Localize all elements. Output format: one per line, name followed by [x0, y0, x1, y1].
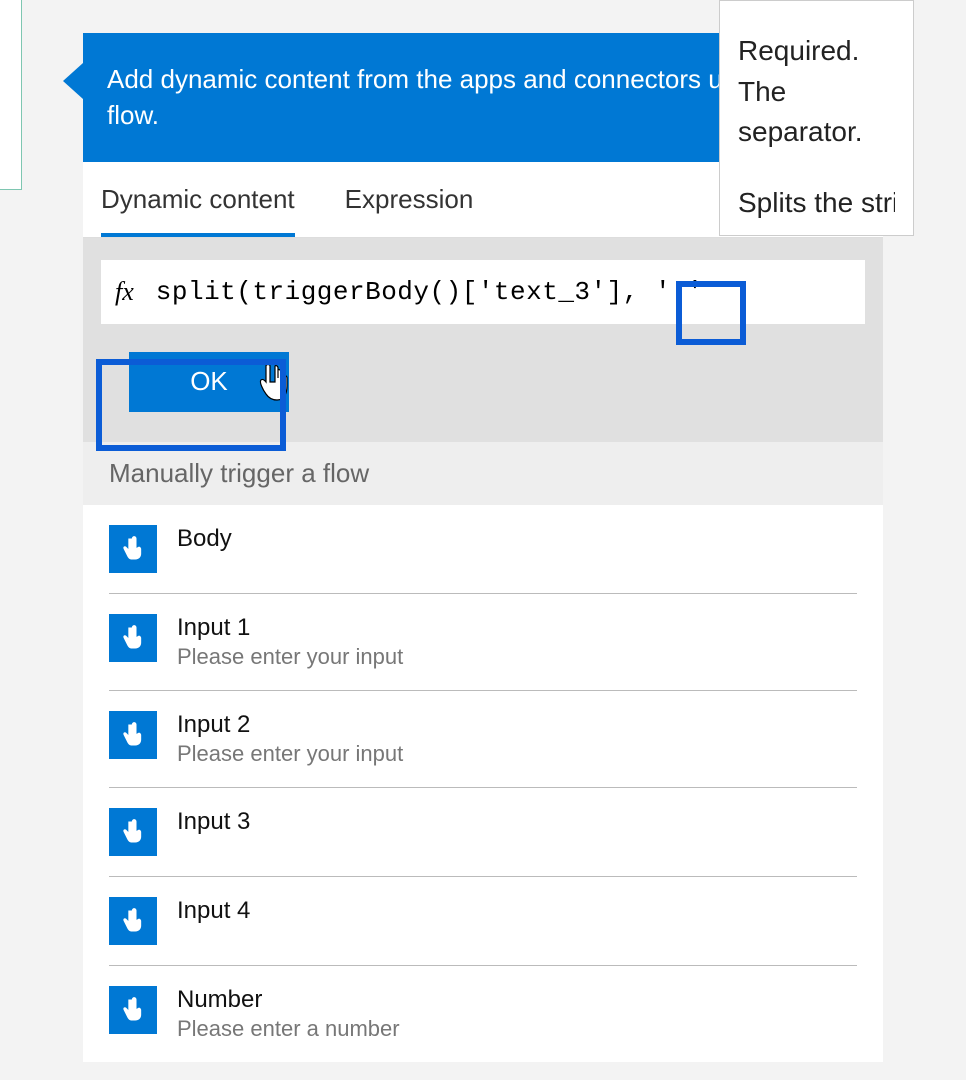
manual-trigger-icon: [109, 525, 157, 573]
list-item-subtitle: Please enter your input: [177, 741, 403, 767]
manual-trigger-icon: [109, 986, 157, 1034]
ok-button-label: OK: [190, 366, 228, 396]
previous-step-card-edge: [0, 0, 22, 190]
tooltip-secondary: Splits the string using: [738, 183, 895, 224]
tab-dynamic-content[interactable]: Dynamic content: [101, 162, 295, 237]
expression-input[interactable]: fx split(triggerBody()['text_3'], ' ': [101, 260, 865, 324]
tab-expression[interactable]: Expression: [345, 162, 474, 237]
list-item-title: Input 3: [177, 808, 250, 836]
list-item-title: Input 2: [177, 711, 403, 739]
list-item[interactable]: Input 4: [109, 877, 857, 966]
ok-button[interactable]: OK: [129, 352, 289, 412]
list-item-title: Body: [177, 525, 232, 553]
list-item-text: Input 4: [177, 897, 250, 925]
tooltip-primary: Required. The separator.: [738, 31, 895, 153]
section-title-text: Manually trigger a flow: [109, 458, 369, 488]
manual-trigger-icon: [109, 897, 157, 945]
list-item-text: Number Please enter a number: [177, 986, 400, 1042]
pointer-cursor-icon: [257, 364, 289, 402]
list-item-title: Input 1: [177, 614, 403, 642]
dynamic-content-list: Body Input 1 Please enter your input Inp…: [83, 505, 883, 1062]
expression-text: split(triggerBody()['text_3'], ' ': [156, 277, 704, 307]
manual-trigger-icon: [109, 711, 157, 759]
list-item-text: Input 3: [177, 808, 250, 836]
list-item[interactable]: Input 1 Please enter your input: [109, 594, 857, 691]
list-item[interactable]: Body: [109, 505, 857, 594]
expression-editor-area: fx split(triggerBody()['text_3'], ' ' OK: [83, 238, 883, 442]
list-item[interactable]: Input 2 Please enter your input: [109, 691, 857, 788]
list-item[interactable]: Input 3: [109, 788, 857, 877]
tab-label: Expression: [345, 184, 474, 214]
list-item-text: Input 1 Please enter your input: [177, 614, 403, 670]
list-item[interactable]: Number Please enter a number: [109, 966, 857, 1062]
list-item-title: Number: [177, 986, 400, 1014]
manual-trigger-icon: [109, 808, 157, 856]
fx-icon: fx: [115, 277, 134, 307]
list-item-text: Input 2 Please enter your input: [177, 711, 403, 767]
list-item-title: Input 4: [177, 897, 250, 925]
list-item-subtitle: Please enter a number: [177, 1016, 400, 1042]
parameter-tooltip: Required. The separator. Splits the stri…: [719, 0, 914, 236]
list-item-subtitle: Please enter your input: [177, 644, 403, 670]
manual-trigger-icon: [109, 614, 157, 662]
list-item-text: Body: [177, 525, 232, 553]
tab-label: Dynamic content: [101, 184, 295, 214]
section-title: Manually trigger a flow: [83, 442, 883, 505]
